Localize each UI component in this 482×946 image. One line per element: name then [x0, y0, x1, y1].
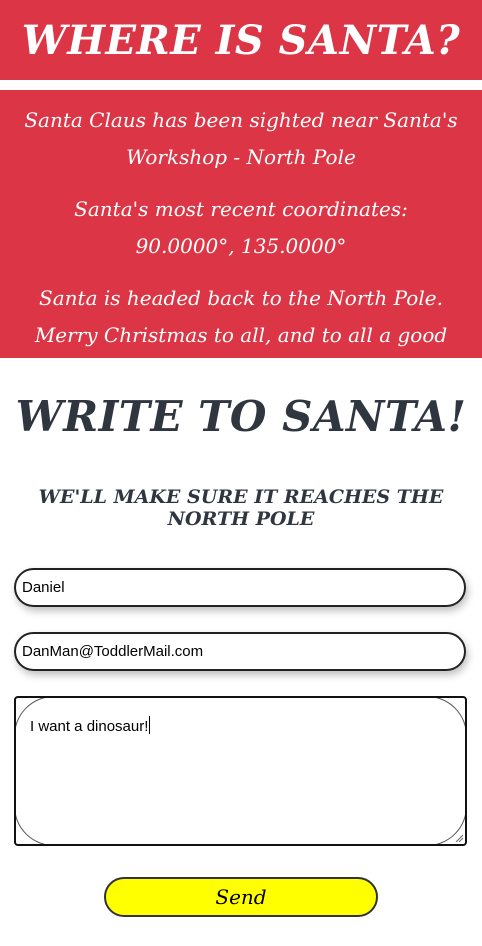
message-value: I want a dinosaur! — [30, 718, 149, 735]
status-message: Santa is headed back to the North Pole. … — [34, 286, 448, 384]
text-caret — [149, 716, 151, 734]
header-banner: WHERE IS SANTA? — [0, 0, 482, 80]
letter-subtitle: WE'LL MAKE SURE IT REACHES THE NORTH POL… — [38, 486, 444, 530]
letter-title: WRITE TO SANTA! — [15, 392, 467, 441]
email-input[interactable]: DanMan@ToddlerMail.com — [14, 632, 466, 671]
name-input-value: Daniel — [22, 579, 65, 596]
page-title: WHERE IS SANTA? — [21, 16, 461, 64]
coordinates-text: Santa's most recent coordinates: 90.0000… — [74, 197, 408, 258]
resize-handle-icon[interactable] — [455, 834, 463, 842]
message-textarea[interactable]: I want a dinosaur! — [14, 696, 467, 846]
message-text: I want a dinosaur! — [30, 716, 151, 735]
email-input-value: DanMan@ToddlerMail.com — [22, 643, 204, 660]
name-input[interactable]: Daniel — [14, 568, 466, 607]
sighting-text: Santa Claus has been sighted near Santa'… — [24, 108, 458, 169]
santa-status-panel: Santa Claus has been sighted near Santa'… — [0, 90, 482, 384]
send-button[interactable]: Send — [104, 877, 378, 917]
